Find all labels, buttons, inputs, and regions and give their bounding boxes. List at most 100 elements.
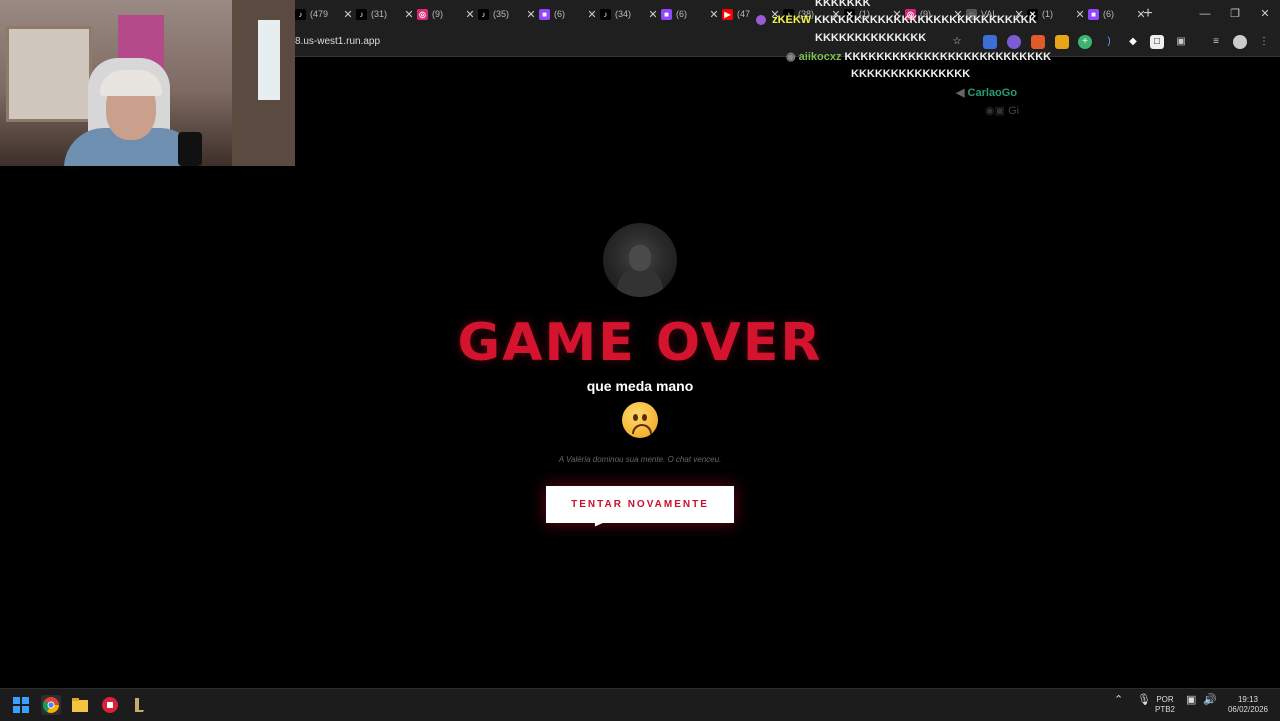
chat-message: zKEKW KKKKKKKKKKKKKKKKKKKKKKKKKKKK bbox=[756, 14, 1037, 26]
game-over-message: A Valéria dominou sua mente. O chat venc… bbox=[558, 455, 722, 464]
extension-yellow-icon[interactable] bbox=[1055, 35, 1069, 49]
webcam-streamer-cap bbox=[100, 70, 162, 96]
browser-tab[interactable]: ♪ (31) ✕ bbox=[356, 4, 415, 24]
extension-diamond-icon[interactable]: ◆ bbox=[1126, 35, 1140, 49]
url-field[interactable]: 8.us-west1.run.app bbox=[295, 36, 380, 47]
chat-username: CarlaoGo bbox=[967, 87, 1018, 99]
chat-badge-icon: ◉ bbox=[786, 51, 796, 63]
restore-button[interactable]: ❐ bbox=[1220, 4, 1250, 24]
chat-username: zKEKW bbox=[772, 14, 812, 26]
clock-date: 06/02/2026 bbox=[1227, 705, 1269, 714]
extension-square-icon[interactable]: □ bbox=[1150, 35, 1164, 49]
extension-wave-icon[interactable]: ) bbox=[1102, 35, 1116, 49]
chat-username: aiikocxz bbox=[798, 51, 842, 63]
emoji-eye bbox=[642, 414, 647, 421]
chat-message: ◉ aiikocxz KKKKKKKKKKKKKKKKKKKKKKKKKK bbox=[786, 50, 1051, 63]
app-red-icon[interactable] bbox=[100, 695, 120, 715]
browser-tab[interactable]: ■ (6) ✕ bbox=[539, 4, 598, 24]
chat-message-text: KKKKKKK bbox=[815, 0, 871, 9]
game-over-subtitle: que meda mano bbox=[586, 378, 694, 394]
volume-icon[interactable]: 🔊 bbox=[1203, 695, 1217, 706]
tab-title: (479 bbox=[310, 9, 329, 19]
sad-face-emoji-icon bbox=[622, 402, 658, 438]
media-controls-icon[interactable]: ≡ bbox=[1209, 35, 1223, 49]
tab-close-icon[interactable]: ✕ bbox=[1074, 8, 1086, 21]
network-icon[interactable]: ▣ bbox=[1186, 695, 1196, 706]
chat-message-text: KKKKKKKKKKKKKK bbox=[815, 32, 927, 44]
extension-orange-icon[interactable] bbox=[1031, 35, 1045, 49]
language-code: POR bbox=[1156, 695, 1174, 704]
close-window-button[interactable]: ✕ bbox=[1250, 4, 1280, 24]
chrome-icon[interactable] bbox=[41, 695, 61, 715]
twitch-icon: ■ bbox=[539, 8, 550, 20]
emoji-mouth bbox=[632, 424, 652, 434]
tiktok-icon: ♪ bbox=[478, 8, 489, 20]
webcam-overlay bbox=[0, 0, 295, 166]
browser-menu-icon[interactable]: ⋮ bbox=[1257, 35, 1271, 49]
youtube-icon: ▶ bbox=[722, 8, 733, 20]
twitch-icon: ■ bbox=[1088, 8, 1099, 20]
tab-title: (1) bbox=[1042, 9, 1053, 19]
tab-title: (31) bbox=[371, 9, 388, 19]
instagram-icon: ◎ bbox=[417, 8, 428, 20]
chat-message-text: KKKKKKKKKKKKKKK bbox=[851, 68, 971, 80]
browser-tab[interactable]: ♪ (479 ✕ bbox=[295, 4, 354, 24]
browser-tab[interactable]: ♪ (34) ✕ bbox=[600, 4, 659, 24]
tiktok-icon: ♪ bbox=[356, 8, 367, 20]
chat-message-text: KKKKKKKKKKKKKKKKKKKKKKKKKKKK bbox=[814, 14, 1037, 26]
tab-title: (34) bbox=[615, 9, 632, 19]
chat-badge-icon: ◀ bbox=[956, 87, 965, 99]
webcam-background-window bbox=[6, 26, 92, 122]
chat-message-text: KKKKKKKKKKKKKKKKKKKKKKKKKK bbox=[844, 51, 1052, 63]
language-indicator[interactable]: POR PTB2 bbox=[1155, 695, 1175, 715]
tab-title: (6) bbox=[554, 9, 565, 19]
windows-start-icon[interactable] bbox=[11, 695, 31, 715]
stream-chat-overlay: KKKKKKK zKEKW KKKKKKKKKKKKKKKKKKKKKKKKKK… bbox=[740, 0, 1051, 120]
tab-title: (6) bbox=[1103, 9, 1114, 19]
extensions-puzzle-icon[interactable]: ▣ bbox=[1174, 35, 1188, 49]
chat-badge-icon: ◉▣ bbox=[985, 105, 1005, 117]
clock[interactable]: 19:13 06/02/2026 bbox=[1224, 695, 1272, 715]
tab-close-icon[interactable]: ✕ bbox=[708, 8, 720, 21]
browser-tab[interactable]: ♪ (35) ✕ bbox=[478, 4, 537, 24]
webcam-background-window-2 bbox=[258, 20, 280, 100]
browser-tab[interactable]: ■ (6) ✕ bbox=[661, 4, 720, 24]
profile-avatar-icon[interactable] bbox=[1233, 35, 1247, 49]
extension-green-plus-icon[interactable]: + bbox=[1078, 35, 1092, 49]
file-explorer-icon[interactable] bbox=[70, 695, 90, 715]
chat-message: KKKKKKKKKKKKKK bbox=[815, 32, 926, 44]
game-over-title: GAME OVER bbox=[457, 313, 823, 373]
keyboard-layout: PTB2 bbox=[1155, 705, 1176, 714]
tab-title: (9) bbox=[432, 9, 443, 19]
avatar-head bbox=[629, 245, 651, 271]
chat-message: KKKKKKK bbox=[815, 0, 871, 9]
chat-message: KKKKKKKKKKKKKKK bbox=[851, 68, 970, 80]
chat-message: ◀ CarlaoGo bbox=[956, 86, 1017, 99]
clock-time: 19:13 bbox=[1237, 695, 1259, 704]
tab-close-icon[interactable]: ✕ bbox=[403, 8, 415, 21]
avatar-body bbox=[617, 269, 663, 297]
browser-tab[interactable]: ◎ (9) ✕ bbox=[417, 4, 476, 24]
emoji-eye bbox=[633, 414, 638, 421]
tiktok-icon: ♪ bbox=[600, 8, 611, 20]
chat-message-text: Gi bbox=[1008, 105, 1020, 117]
tab-close-icon[interactable]: ✕ bbox=[647, 8, 659, 21]
tiktok-icon: ♪ bbox=[295, 8, 306, 20]
tab-close-icon[interactable]: ✕ bbox=[464, 8, 476, 21]
windows-taskbar: ⌃ POR PTB2 🎙 ▣ 🔊 19:13 06/02/2026 bbox=[0, 688, 1280, 721]
tab-title: (35) bbox=[493, 9, 510, 19]
new-tab-button[interactable]: + bbox=[1138, 4, 1158, 24]
tab-close-icon[interactable]: ✕ bbox=[525, 8, 537, 21]
player-avatar bbox=[603, 223, 677, 297]
league-of-legends-icon[interactable] bbox=[129, 695, 149, 715]
chat-message: ◉▣ Gi bbox=[985, 104, 1019, 117]
tab-close-icon[interactable]: ✕ bbox=[342, 8, 354, 21]
tab-close-icon[interactable]: ✕ bbox=[586, 8, 598, 21]
microphone-icon[interactable]: 🎙 bbox=[1137, 695, 1151, 706]
tab-title: (6) bbox=[676, 9, 687, 19]
retry-button[interactable]: TENTAR NOVAMENTE bbox=[546, 486, 734, 523]
chat-badge-icon bbox=[756, 15, 766, 26]
minimize-button[interactable]: — bbox=[1190, 4, 1220, 24]
twitch-icon: ■ bbox=[661, 8, 672, 20]
tray-chevron-up-icon[interactable]: ⌃ bbox=[1114, 695, 1123, 706]
